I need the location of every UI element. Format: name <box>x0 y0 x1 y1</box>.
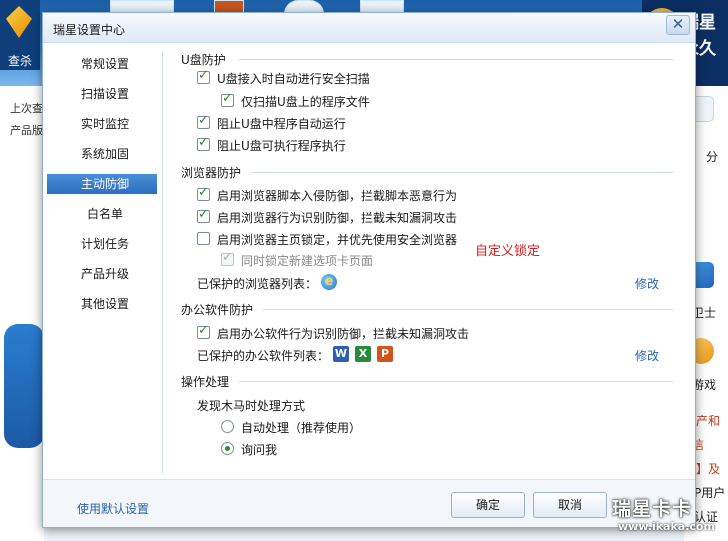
checkbox-label: 启用办公软件行为识别防御，拦截未知漏洞攻击 <box>217 327 470 341</box>
background-left-text: 上次查 <box>10 102 43 115</box>
checkbox-box[interactable] <box>197 68 210 84</box>
word-icon: W <box>333 346 349 362</box>
checkbox-box[interactable] <box>197 135 210 151</box>
dialog-title: 瑞星设置中心 <box>53 23 126 37</box>
sidebar-item-whitelist[interactable]: 白名单 <box>47 204 157 224</box>
checkbox-label: 阻止U盘中程序自动运行 <box>217 117 346 131</box>
close-button[interactable]: ✕ <box>666 15 690 35</box>
checkbox-label: 启用浏览器主页锁定，并优先使用安全浏览器 <box>217 233 458 247</box>
radio-circle[interactable] <box>221 442 234 455</box>
protected-office-label: 已保护的办公软件列表： <box>197 349 330 363</box>
custom-lock-annotation: 自定义锁定 <box>475 244 541 259</box>
checkbox-label: 同时锁定新建选项卡页面 <box>241 254 374 268</box>
checkbox-box[interactable] <box>197 207 210 223</box>
ok-button[interactable]: 确定 <box>451 492 525 518</box>
background-app-logo: 查杀 <box>0 0 40 70</box>
dialog-titlebar[interactable]: 瑞星设置中心 ✕ <box>43 13 695 43</box>
checkbox-label: 启用浏览器行为识别防御，拦截未知漏洞攻击 <box>217 211 458 225</box>
sidebar-item-general[interactable]: 常规设置 <box>47 54 157 74</box>
watermark-url: www.ikaka.com <box>618 520 715 533</box>
sidebar-item-upgrade[interactable]: 产品升级 <box>47 264 157 284</box>
checkbox-box[interactable] <box>221 250 234 266</box>
sidebar-divider <box>162 51 163 473</box>
checkbox-label: 启用浏览器脚本入侵防御，拦截脚本恶意行为 <box>217 189 458 203</box>
sidebar-item-other[interactable]: 其他设置 <box>47 294 157 314</box>
checkbox-label: U盘接入时自动进行安全扫描 <box>217 72 370 86</box>
settings-sidebar: 常规设置 扫描设置 实时监控 系统加固 主动防御 白名单 计划任务 产品升级 其… <box>43 44 163 474</box>
action-section-title: 操作处理 <box>181 375 230 389</box>
settings-dialog: 瑞星设置中心 ✕ 常规设置 扫描设置 实时监控 系统加固 主动防御 白名单 计划… <box>42 12 696 528</box>
site-watermark: 瑞星卡卡 www.ikaka.com <box>596 492 728 541</box>
checkbox-box[interactable] <box>221 91 234 107</box>
checkbox-label: 仅扫描U盘上的程序文件 <box>241 95 370 109</box>
background-left-panel: 上次查 产品版 <box>0 86 44 541</box>
section-divider <box>239 381 673 382</box>
background-right-text: 分 <box>706 150 719 164</box>
powerpoint-icon: P <box>377 346 393 362</box>
checkbox-box[interactable] <box>197 113 210 129</box>
sidebar-item-scan[interactable]: 扫描设置 <box>47 84 157 104</box>
section-divider <box>263 309 673 310</box>
trojan-handling-label: 发现木马时处理方式 <box>197 399 306 413</box>
excel-icon: X <box>355 346 371 362</box>
sidebar-item-schedule[interactable]: 计划任务 <box>47 234 157 254</box>
radio-label: 自动处理（推荐使用） <box>241 421 362 435</box>
checkbox-box[interactable] <box>197 185 210 201</box>
section-divider <box>251 172 673 173</box>
shield-logo-icon <box>6 6 32 38</box>
watermark-title: 瑞星卡卡 <box>612 498 693 520</box>
usb-section-title: U盘防护 <box>181 53 226 67</box>
sidebar-item-active-defense[interactable]: 主动防御 <box>47 174 157 194</box>
background-left-text: 产品版 <box>10 124 43 137</box>
modify-office-link[interactable]: 修改 <box>635 347 659 364</box>
ie-browser-icon: e <box>321 274 337 290</box>
checkbox-box[interactable] <box>197 323 210 339</box>
radio-circle[interactable] <box>221 420 234 433</box>
background-scan-label: 查杀 <box>7 54 32 68</box>
section-divider <box>239 59 673 60</box>
sidebar-item-hardening[interactable]: 系统加固 <box>47 144 157 164</box>
checkbox-box[interactable] <box>197 232 210 245</box>
restore-defaults-link[interactable]: 使用默认设置 <box>77 500 149 517</box>
sidebar-item-realtime[interactable]: 实时监控 <box>47 114 157 134</box>
office-section-title: 办公软件防护 <box>181 303 254 317</box>
background-left-graphic <box>4 324 44 448</box>
radio-label: 询问我 <box>241 443 278 457</box>
modify-browsers-link[interactable]: 修改 <box>635 275 659 292</box>
checkbox-label: 阻止U盘可执行程序执行 <box>217 139 346 153</box>
protected-browsers-label: 已保护的浏览器列表： <box>197 277 318 291</box>
browser-section-title: 浏览器防护 <box>181 166 242 180</box>
